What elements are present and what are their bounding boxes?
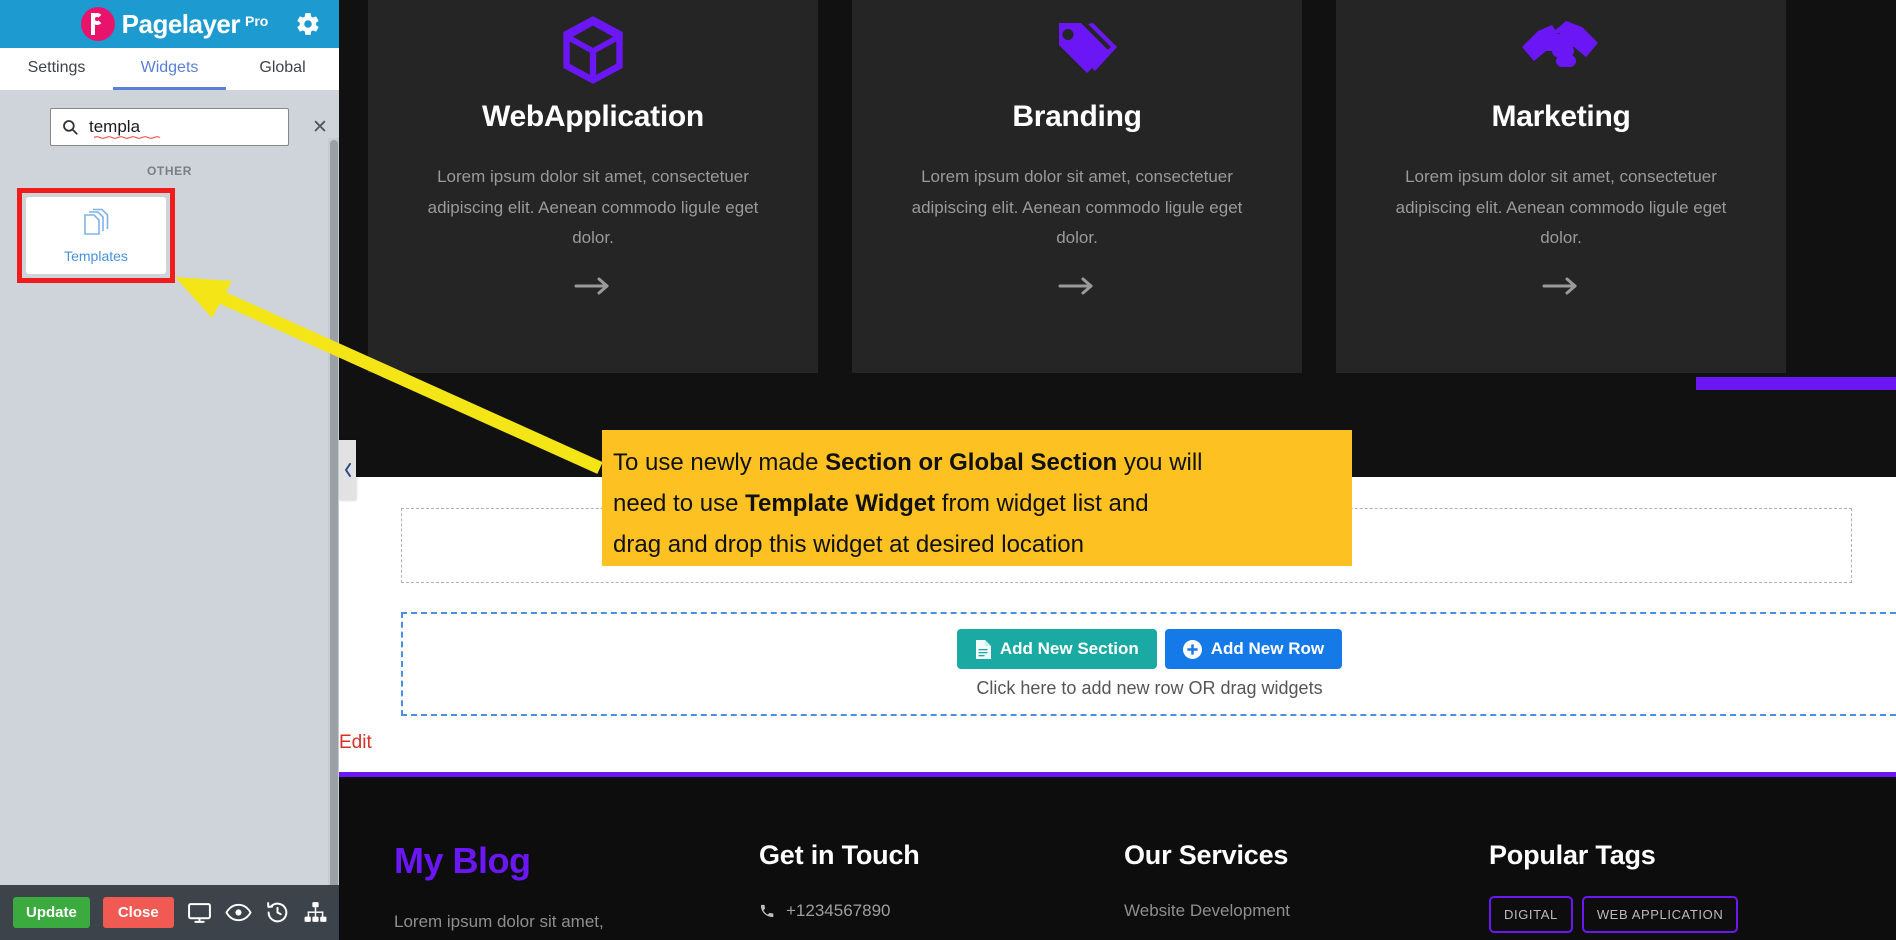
- footer-columns: My Blog Lorem ipsum dolor sit amet, Get …: [339, 777, 1896, 933]
- gear-icon[interactable]: [295, 11, 321, 37]
- price-tags-icon: [1037, 14, 1117, 86]
- close-icon[interactable]: ✕: [310, 118, 330, 137]
- widget-grid: Templates: [0, 188, 339, 283]
- tooltip-text: To use newly made: [613, 449, 826, 476]
- footer-brand: My Blog: [394, 840, 531, 881]
- decorative-purple-frame: [1696, 180, 1896, 390]
- document-copy-icon: [83, 208, 110, 240]
- chevron-left-icon: [344, 463, 352, 477]
- service-card-title: Branding: [1012, 100, 1142, 133]
- sitemap-structure-icon[interactable]: [303, 900, 328, 925]
- phone-icon: [759, 903, 775, 919]
- brand-logo: Pagelayer Pro: [80, 7, 269, 41]
- add-row-hint: Click here to add new row OR drag widget…: [976, 678, 1323, 698]
- footer-phone-line: +1234567890: [759, 901, 1124, 921]
- tooltip-text-bold: Section or Global Section: [825, 449, 1118, 476]
- footer-tag-list: DIGITAL WEB APPLICATION: [1489, 896, 1829, 933]
- footer-heading: Get in Touch: [759, 840, 920, 870]
- panel-collapse-handle[interactable]: [339, 440, 356, 500]
- editor-header: Pagelayer Pro: [0, 0, 339, 48]
- arrow-right-icon[interactable]: [1058, 276, 1096, 296]
- add-new-row-label: Add New Row: [1210, 639, 1325, 658]
- pagelayer-editor-panel: Pagelayer Pro Settings Widgets Global te…: [0, 0, 339, 940]
- footer-heading: Popular Tags: [1489, 840, 1656, 870]
- footer-column-tags: Popular Tags DIGITAL WEB APPLICATION: [1489, 840, 1829, 933]
- footer-column-contact: Get in Touch +1234567890: [759, 840, 1124, 933]
- cube-box-icon: [559, 14, 627, 86]
- footer-column-services: Our Services Website Development: [1124, 840, 1489, 933]
- arrow-right-icon[interactable]: [1542, 276, 1580, 296]
- tooltip-text: you will: [1117, 449, 1203, 476]
- eye-preview-icon[interactable]: [225, 900, 252, 925]
- tooltip-text: drag and drop this widget at desired loc…: [613, 531, 1084, 558]
- service-card[interactable]: WebApplication Lorem ipsum dolor sit ame…: [368, 0, 818, 373]
- tab-settings[interactable]: Settings: [0, 48, 113, 90]
- templates-widget-highlight: Templates: [17, 188, 175, 283]
- brand-name: Pagelayer: [121, 8, 241, 39]
- add-row-dropzone[interactable]: Add New Section Add New Row Click here t…: [401, 612, 1896, 716]
- search-icon: [61, 118, 79, 136]
- panel-scrollbar[interactable]: [328, 138, 339, 885]
- tooltip-text: from widget list and: [935, 490, 1149, 517]
- tooltip-line-2: need to use Template Widget from widget …: [613, 483, 1341, 524]
- search-input[interactable]: [79, 117, 310, 137]
- arrow-right-icon[interactable]: [574, 276, 612, 296]
- handshake-icon: [1518, 14, 1604, 86]
- add-new-section-label: Add New Section: [999, 639, 1139, 658]
- close-button[interactable]: Close: [102, 897, 174, 928]
- service-card-description: Lorem ipsum dolor sit amet, consectetuer…: [1395, 167, 1727, 248]
- footer-service-item[interactable]: Website Development: [1124, 901, 1489, 921]
- widgets-pane: ✕ OTHER Templates: [0, 90, 339, 885]
- plus-circle-icon: [1182, 639, 1202, 659]
- widget-search-box[interactable]: ✕: [50, 108, 328, 146]
- service-card[interactable]: Branding Lorem ipsum dolor sit amet, con…: [852, 0, 1302, 373]
- monitor-icon[interactable]: [187, 900, 212, 925]
- history-revisions-icon[interactable]: [265, 900, 290, 925]
- widget-tile-label: Templates: [64, 247, 128, 264]
- annotation-tooltip: To use newly made Section or Global Sect…: [602, 430, 1352, 566]
- service-card-description: Lorem ipsum dolor sit amet, consectetuer…: [427, 167, 759, 248]
- file-page-icon: [975, 639, 991, 659]
- service-card-title: Marketing: [1491, 100, 1631, 133]
- footer-heading: Our Services: [1124, 840, 1289, 870]
- tab-global[interactable]: Global: [226, 48, 339, 90]
- panel-scrollbar-thumb[interactable]: [330, 140, 338, 885]
- editor-tabs: Settings Widgets Global: [0, 48, 339, 90]
- editor-footer-toolbar: Update Close: [0, 885, 339, 940]
- tooltip-text: need to use: [613, 490, 746, 517]
- service-card-description: Lorem ipsum dolor sit amet, consectetuer…: [911, 167, 1243, 248]
- tooltip-line-3: drag and drop this widget at desired loc…: [613, 524, 1341, 565]
- pagelayer-logo-icon: [80, 7, 115, 41]
- service-card-title: WebApplication: [482, 100, 704, 133]
- site-footer-preview: My Blog Lorem ipsum dolor sit amet, Get …: [339, 772, 1896, 940]
- widget-tile-templates[interactable]: Templates: [26, 197, 166, 274]
- app-root: Pagelayer Pro Settings Widgets Global te…: [0, 0, 1896, 940]
- widget-group-label: OTHER: [147, 164, 192, 178]
- tooltip-line-1: To use newly made Section or Global Sect…: [613, 442, 1341, 483]
- footer-tag[interactable]: DIGITAL: [1489, 896, 1573, 933]
- add-new-section-button[interactable]: Add New Section: [956, 629, 1157, 669]
- footer-column-brand: My Blog Lorem ipsum dolor sit amet,: [394, 840, 759, 933]
- update-button[interactable]: Update: [13, 897, 90, 928]
- edit-link[interactable]: Edit: [339, 732, 372, 754]
- footer-tag[interactable]: WEB APPLICATION: [1581, 896, 1739, 933]
- add-new-row-button[interactable]: Add New Row: [1164, 629, 1343, 669]
- services-cards-row: WebApplication Lorem ipsum dolor sit ame…: [339, 0, 1896, 373]
- add-buttons-group: Add New Section Add New Row: [956, 629, 1343, 669]
- brand-suffix: Pro: [245, 13, 269, 29]
- tab-widgets[interactable]: Widgets: [113, 48, 226, 90]
- tooltip-text-bold: Template Widget: [745, 490, 936, 517]
- footer-brand-text: Lorem ipsum dolor sit amet,: [394, 912, 604, 931]
- footer-phone[interactable]: +1234567890: [786, 901, 890, 921]
